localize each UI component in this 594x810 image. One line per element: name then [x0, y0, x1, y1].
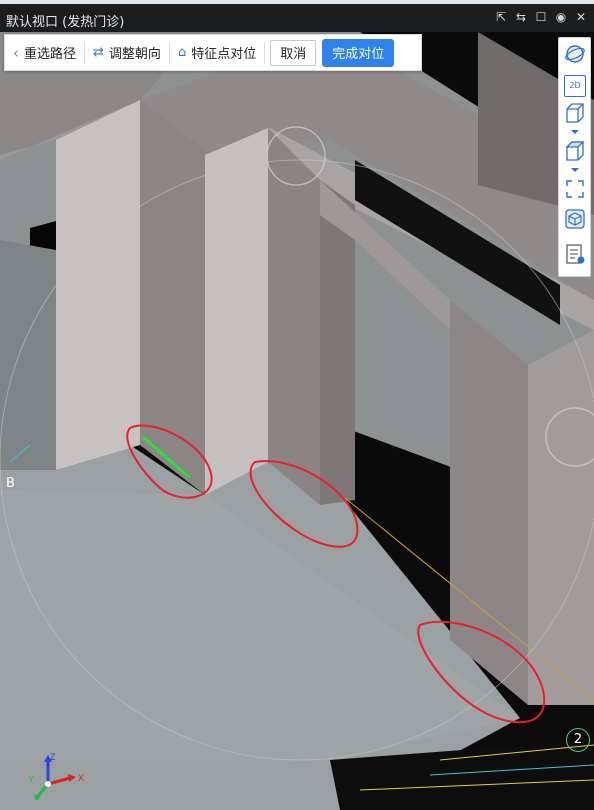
window-controls: ⇱ ⇆ ☐ ◉ ✕ [494, 10, 588, 24]
orbit-icon[interactable] [564, 43, 586, 65]
3d-viewport[interactable] [0, 32, 594, 810]
reselect-path-button[interactable]: ‹ 重选路径 [5, 35, 84, 70]
view-tools-sidebar: 2D [558, 37, 591, 277]
external-link-icon[interactable]: ⇱ [494, 10, 508, 24]
chevron-left-icon: ‹ [13, 43, 19, 62]
finish-align-button[interactable]: 完成对位 [322, 38, 395, 67]
viewport-window: 默认视口 (发热门诊) ⇱ ⇆ ☐ ◉ ✕ ‹ 重选路径 ⇄ 调整朝向 ⌂ 特征… [0, 0, 594, 810]
feature-point-align-button[interactable]: ⌂ 特征点对位 [170, 35, 264, 70]
adjust-direction-button[interactable]: ⇄ 调整朝向 [85, 35, 169, 70]
grid-axis-label-b: B [6, 476, 15, 491]
view-2d-icon[interactable]: 2D [564, 75, 586, 97]
cancel-button[interactable]: 取消 [270, 39, 317, 66]
cube-top-icon[interactable] [564, 140, 586, 162]
align-points-icon: ⌂ [177, 45, 187, 60]
reselect-path-label: 重选路径 [24, 47, 77, 62]
maximize-icon[interactable]: ☐ [534, 10, 548, 24]
cube-front-icon[interactable] [564, 102, 586, 124]
grid-axis-label-2: 2 [566, 728, 590, 752]
swap-icon[interactable]: ⇆ [514, 10, 528, 24]
eye-icon[interactable]: ◉ [554, 10, 568, 24]
axis-z-label: Z [50, 752, 56, 762]
caret-down-icon[interactable] [571, 130, 579, 134]
caret-down-icon[interactable] [571, 168, 579, 172]
feature-point-align-label: 特征点对位 [191, 47, 257, 62]
isolate-icon[interactable] [564, 208, 586, 230]
toolbar-divider [264, 41, 266, 64]
axis-gizmo: Z X Y [28, 752, 84, 801]
window-title: 默认视口 (发热门诊) [6, 15, 125, 30]
properties-icon[interactable] [564, 243, 586, 265]
close-icon[interactable]: ✕ [574, 10, 588, 24]
align-toolbar: ‹ 重选路径 ⇄ 调整朝向 ⌂ 特征点对位 取消 完成对位 [4, 34, 422, 71]
view-2d-label: 2D [569, 81, 581, 90]
swap-arrows-icon: ⇄ [93, 45, 104, 60]
title-bar: 默认视口 (发热门诊) ⇱ ⇆ ☐ ◉ ✕ [0, 0, 594, 32]
axis-y-label: Y [28, 774, 34, 784]
fit-view-icon[interactable] [564, 178, 586, 200]
axis-x-label: X [78, 773, 84, 783]
adjust-direction-label: 调整朝向 [108, 47, 161, 62]
scene-canvas [0, 32, 594, 810]
